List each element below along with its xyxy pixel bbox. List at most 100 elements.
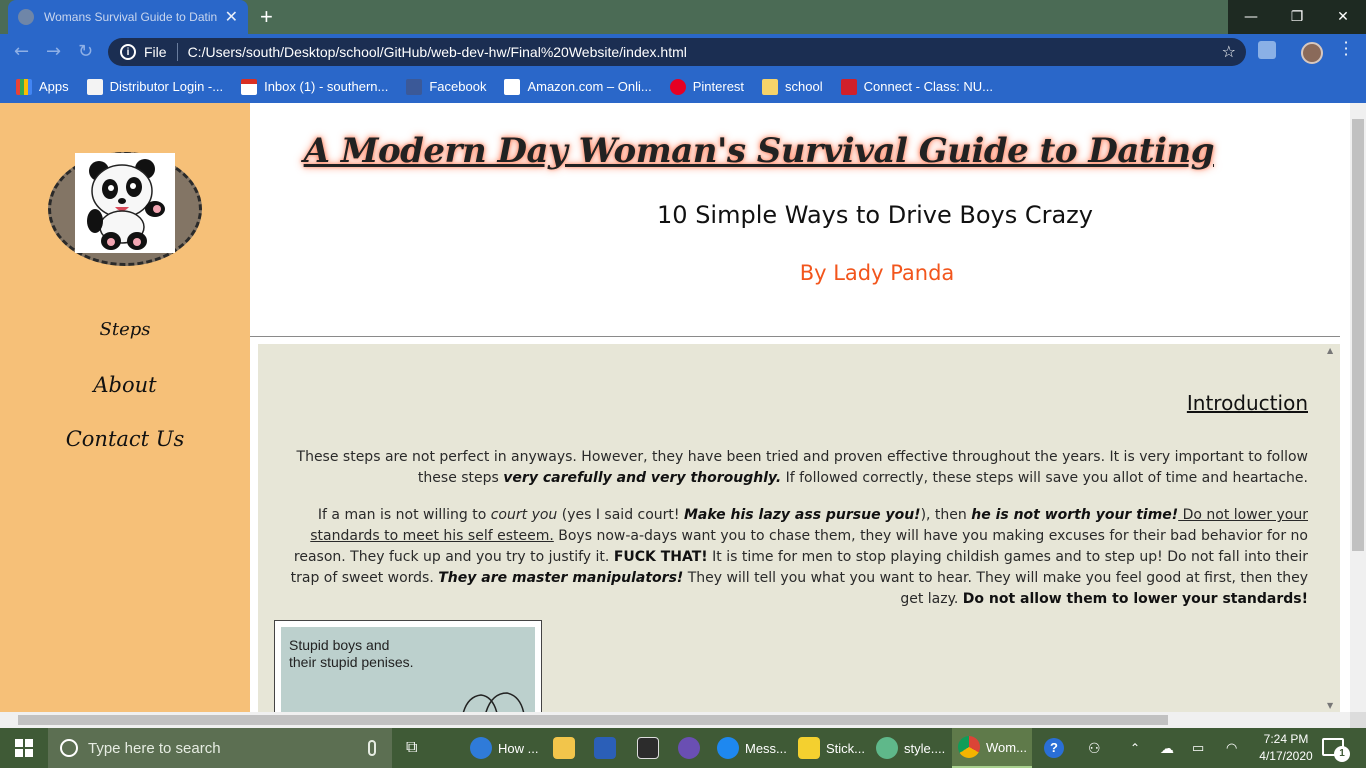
reload-icon[interactable]: ↻ bbox=[78, 41, 93, 62]
minimize-button[interactable]: — bbox=[1228, 0, 1274, 34]
chrome-icon bbox=[958, 736, 980, 758]
notification-count-badge: 1 bbox=[1334, 746, 1350, 762]
app-cat-icon bbox=[678, 737, 700, 759]
info-icon[interactable]: i bbox=[120, 44, 136, 60]
forward-arrow-icon[interactable]: → bbox=[46, 41, 61, 62]
bookmark-inbox[interactable]: Inbox (1) - southern... bbox=[241, 78, 389, 95]
tab-title: Womans Survival Guide to Datin bbox=[44, 10, 217, 24]
nav-contact-link[interactable]: Contact Us bbox=[0, 427, 250, 451]
close-window-button[interactable]: ✕ bbox=[1320, 0, 1366, 34]
messenger-icon bbox=[717, 737, 739, 759]
taskbar-label: How ... bbox=[498, 740, 539, 756]
meme-card: Stupid boys and their stupid penises. bbox=[274, 620, 542, 712]
wifi-icon[interactable]: ◠ bbox=[1226, 728, 1237, 768]
help-tray-icon[interactable]: ? bbox=[1044, 728, 1064, 768]
start-button[interactable] bbox=[0, 728, 48, 768]
windows-logo-icon bbox=[15, 739, 33, 757]
bookmark-amazon[interactable]: Amazon.com – Onli... bbox=[504, 78, 652, 95]
gmail-icon bbox=[241, 78, 258, 95]
scroll-up-arrow-icon[interactable]: ▲ bbox=[1327, 346, 1333, 355]
intro-heading: Introduction bbox=[1186, 391, 1308, 415]
url-text[interactable]: C:/Users/south/Desktop/school/GitHub/web… bbox=[188, 44, 687, 60]
new-tab-button[interactable]: + bbox=[260, 4, 273, 30]
bookmark-label: Apps bbox=[39, 79, 69, 94]
taskbar-app[interactable] bbox=[678, 728, 706, 768]
bold-text: Do not allow them to lower your standard… bbox=[962, 591, 1308, 607]
browser-menu-icon[interactable]: · · · bbox=[1340, 35, 1352, 63]
page-subtitle: 10 Simple Ways to Drive Boys Crazy bbox=[657, 201, 1093, 229]
microphone-icon[interactable] bbox=[368, 740, 376, 756]
taskbar-messenger[interactable]: Mess... bbox=[717, 728, 789, 768]
nav-about-link[interactable]: About bbox=[0, 373, 250, 397]
panda-logo bbox=[75, 153, 175, 253]
meme-caption-line: Stupid boys and bbox=[289, 637, 390, 653]
taskbar-label: Wom... bbox=[986, 739, 1027, 755]
clock-date: 4/17/2020 bbox=[1259, 749, 1313, 763]
intro-section: Introduction These steps are not perfect… bbox=[258, 344, 1324, 712]
bookmark-connect[interactable]: Connect - Class: NU... bbox=[840, 78, 993, 95]
page-author: By Lady Panda bbox=[799, 261, 955, 285]
taskbar-search-box[interactable]: Type here to search bbox=[48, 728, 392, 768]
people-icon[interactable]: ⚇ bbox=[1088, 728, 1101, 768]
pdf-extension-icon[interactable] bbox=[1258, 41, 1276, 59]
close-tab-icon[interactable]: ✕ bbox=[225, 7, 238, 27]
emphasis-text: They are master manipulators! bbox=[438, 570, 684, 586]
taskbar-word[interactable] bbox=[594, 728, 622, 768]
pinterest-icon bbox=[669, 78, 686, 95]
page-viewport: Steps About Contact Us A Modern Day Woma… bbox=[0, 103, 1350, 712]
page-horizontal-scrollbar[interactable] bbox=[0, 712, 1350, 728]
page-vertical-scrollbar[interactable] bbox=[1350, 103, 1366, 712]
bookmark-school[interactable]: school bbox=[762, 78, 823, 95]
file-explorer-icon bbox=[553, 737, 575, 759]
horizontal-scroll-thumb[interactable] bbox=[18, 715, 1168, 725]
restore-button[interactable]: ❐ bbox=[1274, 0, 1320, 34]
onedrive-icon[interactable]: ☁ bbox=[1160, 728, 1174, 768]
sticky-notes-icon bbox=[798, 737, 820, 759]
content-scrollbar[interactable]: ▲ ▼ bbox=[1324, 344, 1340, 712]
text-run: (yes I said court! bbox=[557, 507, 684, 523]
page-title: A Modern Day Woman's Survival Guide to D… bbox=[303, 131, 1215, 171]
task-view-button[interactable]: ⧉ bbox=[406, 728, 417, 768]
bookmarks-bar: Apps Distributor Login -... Inbox (1) - … bbox=[0, 70, 1366, 103]
text-run: If followed correctly, these steps will … bbox=[781, 470, 1308, 486]
omnibox-separator bbox=[176, 43, 178, 61]
folder-icon bbox=[762, 78, 779, 95]
back-arrow-icon[interactable]: ← bbox=[14, 41, 29, 62]
bookmark-apps[interactable]: Apps bbox=[16, 78, 69, 95]
address-bar[interactable]: i File C:/Users/south/Desktop/school/Git… bbox=[108, 38, 1246, 66]
header-divider bbox=[250, 336, 1340, 337]
browser-tab[interactable]: Womans Survival Guide to Datin ✕ bbox=[8, 0, 248, 34]
taskbar-calculator[interactable] bbox=[637, 728, 665, 768]
taskbar-edge[interactable]: How ... bbox=[470, 728, 540, 768]
browser-toolbar: ← → ↻ i File C:/Users/south/Desktop/scho… bbox=[0, 34, 1366, 70]
taskbar-label: Stick... bbox=[826, 740, 866, 756]
facebook-icon bbox=[406, 78, 423, 95]
intro-paragraph-1: These steps are not perfect in anyways. … bbox=[288, 447, 1308, 489]
panda-icon bbox=[87, 159, 165, 250]
bookmark-distributor-login[interactable]: Distributor Login -... bbox=[86, 78, 223, 95]
bookmark-star-icon[interactable]: ☆ bbox=[1222, 42, 1236, 61]
battery-icon[interactable]: ▭ bbox=[1192, 728, 1204, 768]
profile-avatar[interactable] bbox=[1301, 42, 1323, 64]
sidebar: Steps About Contact Us bbox=[0, 103, 250, 712]
bookmark-label: Amazon.com – Onli... bbox=[527, 79, 652, 94]
text-run: ), then bbox=[920, 507, 972, 523]
vertical-scroll-thumb[interactable] bbox=[1352, 119, 1364, 551]
edge-icon bbox=[470, 737, 492, 759]
chevron-up-icon[interactable]: ⌃ bbox=[1130, 728, 1140, 768]
scroll-down-arrow-icon[interactable]: ▼ bbox=[1327, 701, 1333, 710]
taskbar-chrome[interactable]: Wom... bbox=[952, 728, 1032, 768]
nav-steps-link[interactable]: Steps bbox=[0, 319, 250, 340]
bookmark-label: Inbox (1) - southern... bbox=[264, 79, 389, 94]
system-clock[interactable]: 7:24 PM 4/17/2020 bbox=[1254, 731, 1318, 765]
emphasis-text: very carefully and very thoroughly. bbox=[503, 470, 782, 486]
task-view-icon: ⧉ bbox=[406, 739, 418, 756]
cortana-icon bbox=[60, 739, 78, 757]
bookmark-pinterest[interactable]: Pinterest bbox=[669, 78, 744, 95]
taskbar-sticky-notes[interactable]: Stick... bbox=[798, 728, 868, 768]
taskbar-atom[interactable]: style.... bbox=[876, 728, 948, 768]
bookmark-facebook[interactable]: Facebook bbox=[406, 78, 486, 95]
taskbar-file-explorer[interactable] bbox=[553, 728, 581, 768]
text-run: If a man is not willing to bbox=[317, 507, 491, 523]
meme-caption-line: their stupid penises. bbox=[289, 654, 414, 670]
